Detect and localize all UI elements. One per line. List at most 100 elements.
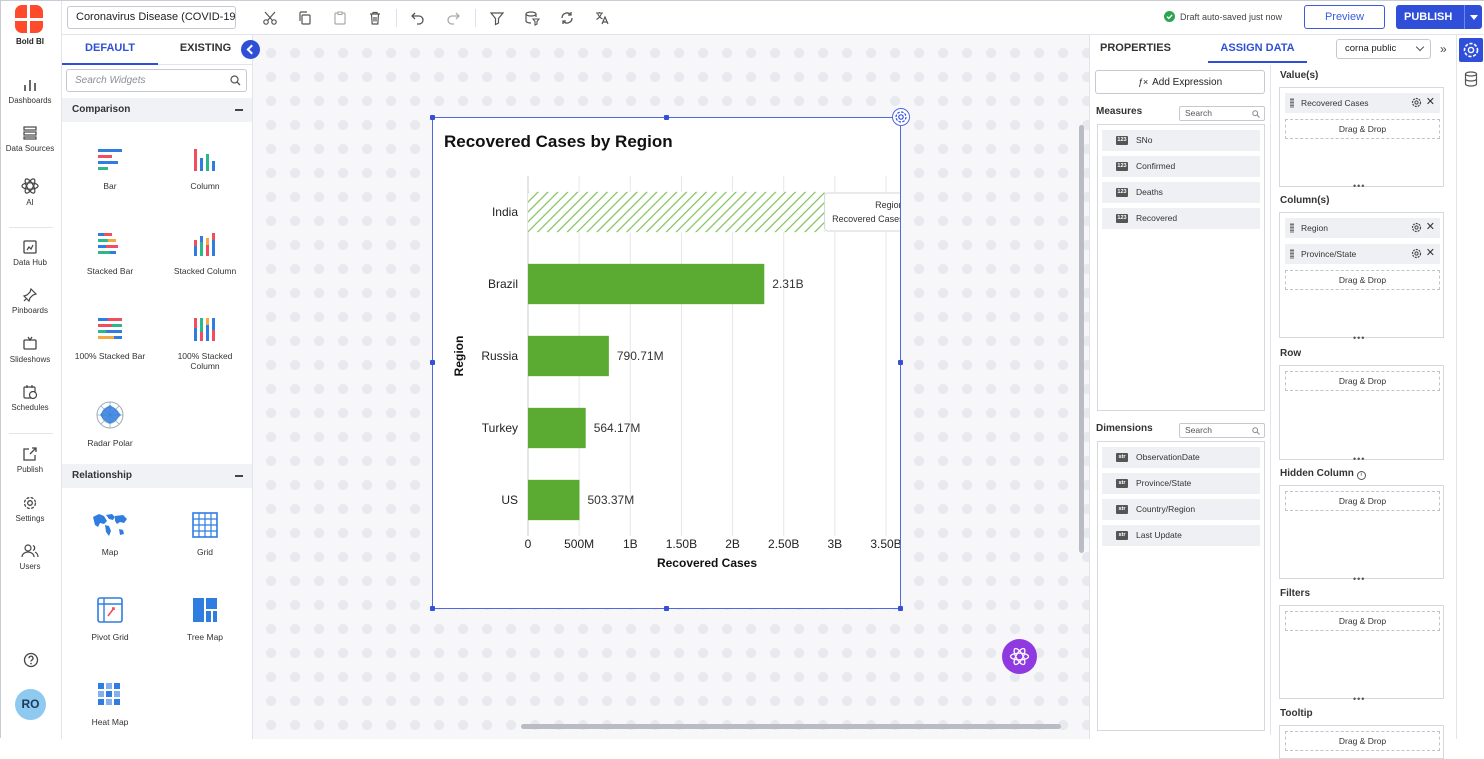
filter-icon[interactable] [489,10,505,26]
collapse-panel-icon[interactable] [241,40,260,59]
resize-handle[interactable] [664,115,669,120]
resize-handle[interactable] [430,360,435,365]
widget-100-stacked-bar[interactable]: 100% Stacked Bar [70,315,150,361]
translate-icon[interactable] [594,10,610,26]
ai-assistant-icon[interactable] [1002,639,1037,674]
widget-radar-polar[interactable]: Radar Polar [70,400,150,448]
publish-button[interactable]: PUBLISH [1396,5,1482,29]
resize-handle[interactable] [664,606,669,611]
bar[interactable] [528,191,825,233]
bar[interactable] [528,479,580,521]
measure-field[interactable]: 123 Recovered [1102,208,1260,229]
dimension-field[interactable]: str Last Update [1102,525,1260,546]
widget-column[interactable]: Column [165,145,245,191]
measure-field[interactable]: 123 Deaths [1102,182,1260,203]
double-chevron-right-icon[interactable]: » [1440,42,1447,56]
resize-handle[interactable] [898,360,903,365]
measures-search-input[interactable]: Search [1179,106,1265,121]
row-drop-zone[interactable]: Drag & Drop [1279,365,1444,460]
widget-tree-map[interactable]: Tree Map [165,596,245,642]
refresh-icon[interactable] [559,10,575,26]
tab-existing[interactable]: EXISTING [158,35,253,65]
database-icon[interactable] [1464,71,1478,87]
resize-dots[interactable]: ••• [1353,695,1365,704]
columns-drop-zone[interactable]: Region ✕ Province/State ✕ Drag & Drop [1279,212,1444,338]
add-expression-button[interactable]: ƒ× Add Expression [1095,70,1265,94]
drag-drop-target[interactable]: Drag & Drop [1285,491,1440,511]
gear-icon[interactable] [1411,97,1422,108]
measure-field[interactable]: 123 Confirmed [1102,156,1260,177]
datasource-filter-icon[interactable] [524,10,540,26]
bar[interactable] [528,335,609,377]
tab-default[interactable]: DEFAULT [62,35,158,65]
widget-bar[interactable]: Bar [70,145,150,191]
drag-drop-target[interactable]: Drag & Drop [1285,371,1440,391]
info-icon[interactable]: i [1356,471,1366,480]
drag-handle-icon[interactable] [1290,98,1294,108]
search-widgets-input[interactable]: Search Widgets [66,69,247,92]
widget-heat-map[interactable]: Heat Map [70,681,150,727]
resize-dots[interactable]: ••• [1353,334,1365,343]
assigned-column-chip[interactable]: Region ✕ [1285,218,1440,238]
widget-map[interactable]: Map [70,511,150,557]
scrollbar-thumb[interactable] [521,724,1061,729]
rail-item-pinboards[interactable]: Pinboards [1,287,59,315]
paste-icon[interactable] [332,10,348,26]
measure-field[interactable]: 123 SNo [1102,130,1260,151]
delete-icon[interactable] [367,10,383,26]
rail-item-data-sources[interactable]: Data Sources [1,125,59,153]
canvas-horizontal-scrollbar[interactable] [256,721,1076,733]
drag-drop-target[interactable]: Drag & Drop [1285,119,1440,139]
scrollbar-thumb[interactable] [1079,125,1084,553]
assigned-value-chip[interactable]: Recovered Cases ✕ [1285,93,1440,113]
tab-assign-data[interactable]: ASSIGN DATA [1208,35,1307,63]
remove-icon[interactable]: ✕ [1426,247,1435,259]
canvas-vertical-scrollbar[interactable] [1077,35,1087,725]
tab-properties[interactable]: PROPERTIES [1100,35,1171,63]
rail-item-schedules[interactable]: Schedules [1,384,59,412]
widget-settings-icon[interactable] [892,108,910,126]
dashboard-name-input[interactable]: Coronavirus Disease (COVID-19) G [67,6,236,29]
resize-dots[interactable]: ••• [1353,455,1365,464]
category-relationship[interactable]: Relationship [62,464,252,488]
widget-stacked-column[interactable]: Stacked Column [165,230,245,276]
dimension-field[interactable]: str ObservationDate [1102,447,1260,468]
rail-item-ai[interactable]: AI [1,177,59,207]
datasource-select[interactable]: corna public [1336,39,1431,59]
widget-pivot-grid[interactable]: Pivot Grid [70,596,150,642]
remove-icon[interactable]: ✕ [1426,221,1435,233]
properties-gear-icon[interactable] [1459,38,1483,62]
dimension-field[interactable]: str Country/Region [1102,499,1260,520]
rail-item-publish[interactable]: Publish [1,446,59,474]
resize-dots[interactable]: ••• [1353,182,1365,191]
avatar[interactable]: RO [15,689,46,720]
widget-grid[interactable]: Grid [165,511,245,557]
gear-icon[interactable] [1411,248,1422,259]
collapse-category-icon[interactable] [235,109,243,111]
help-icon[interactable] [23,652,39,668]
bar[interactable] [528,263,765,305]
values-drop-zone[interactable]: Recovered Cases ✕ Drag & Drop [1279,87,1444,187]
bold-bi-logo-icon[interactable] [15,5,43,33]
drag-handle-icon[interactable] [1290,249,1294,259]
collapse-category-icon[interactable] [235,475,243,477]
rail-item-settings[interactable]: Settings [1,495,59,523]
cut-icon[interactable] [262,10,278,26]
drag-handle-icon[interactable] [1290,223,1294,233]
gear-icon[interactable] [1411,222,1422,233]
rail-item-users[interactable]: Users [1,543,59,571]
dimension-field[interactable]: str Province/State [1102,473,1260,494]
filters-drop-zone[interactable]: Drag & Drop [1279,605,1444,699]
resize-handle[interactable] [430,606,435,611]
hidden-column-drop-zone[interactable]: Drag & Drop [1279,485,1444,579]
rail-item-data-hub[interactable]: Data Hub [1,239,59,267]
bar[interactable] [528,407,586,449]
dimensions-search-input[interactable]: Search [1179,423,1265,438]
widget-stacked-bar[interactable]: Stacked Bar [70,230,150,276]
chart-widget[interactable]: Recovered Cases by Region Recovered Case… [432,117,948,609]
resize-dots[interactable]: ••• [1353,575,1365,584]
preview-button[interactable]: Preview [1304,5,1385,29]
drag-drop-target[interactable]: Drag & Drop [1285,611,1440,631]
assigned-column-chip[interactable]: Province/State ✕ [1285,244,1440,264]
tooltip-drop-zone[interactable]: Drag & Drop [1279,725,1444,759]
